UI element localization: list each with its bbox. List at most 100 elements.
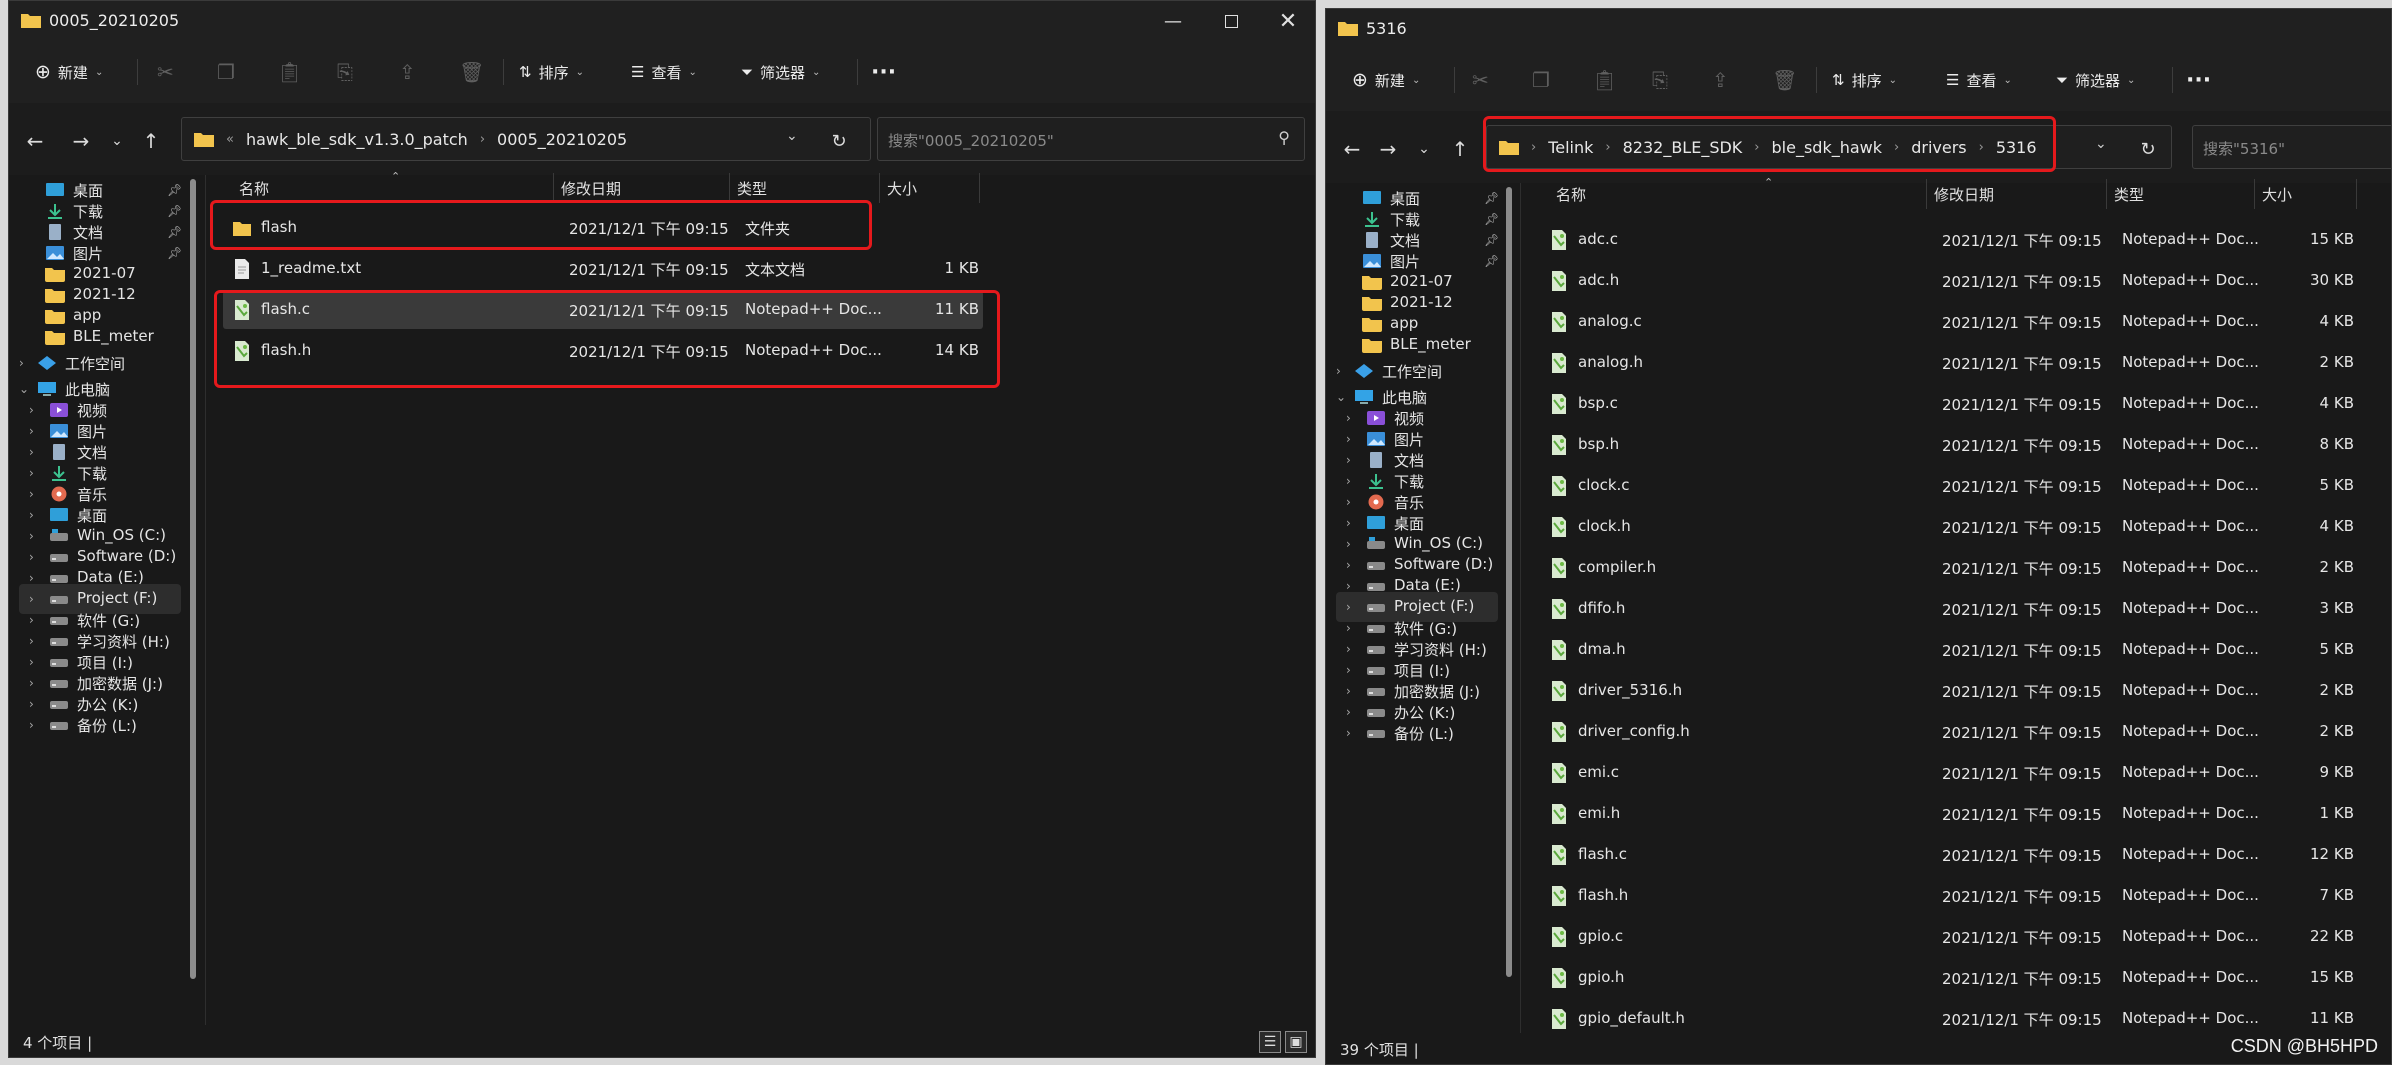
breadcrumb-item[interactable]: 8232_BLE_SDK [1623,138,1743,157]
delete-icon[interactable]: 🗑︎ [1772,68,1797,92]
sidebar-scrollbar[interactable] [1506,187,1512,977]
share-icon[interactable]: ⇪ [1712,68,1729,92]
sort-button[interactable]: ⇅ 排序 ⌄ [519,55,584,89]
chevron-right-icon[interactable]: › [29,403,34,417]
column-divider[interactable] [979,173,980,203]
column-header-type[interactable]: 类型 [2114,184,2144,205]
filter-button[interactable]: ⏷ 筛选器 ⌄ [2056,63,2135,97]
file-row[interactable]: flash 2021/12/1 下午 09:15 文件夹 [223,209,983,247]
column-divider[interactable] [2254,179,2255,209]
file-row[interactable]: emi.h 2021/12/1 下午 09:15 Notepad++ Doc... 1… [1538,795,2358,833]
file-row[interactable]: analog.c 2021/12/1 下午 09:15 Notepad++ Doc.… [1538,303,2358,341]
more-options-button[interactable]: ··· [871,55,896,89]
column-header-name[interactable]: 名称 [1556,184,1586,205]
search-input[interactable]: 搜索"5316" [2192,125,2391,169]
breadcrumb-item[interactable]: hawk_ble_sdk_v1.3.0_patch [246,130,468,149]
copy-icon[interactable]: ❐ [1532,68,1550,92]
file-row[interactable]: bsp.c 2021/12/1 下午 09:15 Notepad++ Doc... 4… [1538,385,2358,423]
column-header-name[interactable]: 名称 [239,178,269,199]
column-header-type[interactable]: 类型 [737,178,767,199]
forward-button[interactable]: → [1374,135,1402,163]
share-icon[interactable]: ⇪ [399,60,416,84]
chevron-right-icon[interactable]: › [1346,495,1351,509]
column-divider[interactable] [2106,179,2107,209]
chevron-down-icon[interactable]: ⌄ [19,382,29,396]
file-row[interactable]: flash.c 2021/12/1 下午 09:15 Notepad++ Doc..… [1538,836,2358,874]
file-row[interactable]: driver_config.h 2021/12/1 下午 09:15 Notepad… [1538,713,2358,751]
breadcrumb-separator-icon[interactable]: › [1605,140,1610,155]
chevron-right-icon[interactable]: › [29,529,34,543]
address-bar[interactable]: › Telink › 8232_BLE_SDK › ble_sdk_hawk ›… [1486,125,2172,169]
sidebar-scrollbar[interactable] [190,179,196,979]
sort-button[interactable]: ⇅ 排序 ⌄ [1832,63,1897,97]
back-button[interactable]: ← [21,127,49,155]
refresh-button[interactable]: ↻ [825,127,853,155]
close-button[interactable]: ✕ [1259,1,1315,41]
file-row[interactable]: flash.c 2021/12/1 下午 09:15 Notepad++ Doc..… [223,291,983,329]
refresh-button[interactable]: ↻ [2134,135,2162,163]
breadcrumb-item[interactable]: Telink [1548,138,1593,157]
chevron-right-icon[interactable]: › [1346,621,1351,635]
column-header-date[interactable]: 修改日期 [561,178,621,199]
sidebar-item[interactable]: › 备份 (L:) [1336,718,1498,748]
paste-icon[interactable]: 📋︎ [1592,68,1617,92]
chevron-right-icon[interactable]: › [1346,537,1351,551]
chevron-right-icon[interactable]: › [1346,579,1351,593]
file-row[interactable]: dma.h 2021/12/1 下午 09:15 Notepad++ Doc... 5… [1538,631,2358,669]
chevron-right-icon[interactable]: › [29,571,34,585]
back-button[interactable]: ← [1338,135,1366,163]
view-button[interactable]: ☰ 查看 ⌄ [1946,63,2012,97]
search-input[interactable]: 搜索"0005_20210205" ⚲ [877,117,1305,161]
breadcrumb-item[interactable]: ble_sdk_hawk [1772,138,1883,157]
file-row[interactable]: driver_5316.h 2021/12/1 下午 09:15 Notepad++… [1538,672,2358,710]
view-button[interactable]: ☰ 查看 ⌄ [631,55,697,89]
chevron-right-icon[interactable]: › [29,550,34,564]
chevron-right-icon[interactable]: › [1346,642,1351,656]
file-row[interactable]: adc.h 2021/12/1 下午 09:15 Notepad++ Doc... 3… [1538,262,2358,300]
chevron-right-icon[interactable]: › [1346,726,1351,740]
maximize-button[interactable] [1202,1,1260,41]
tiles-view-button[interactable]: ▣ [1285,1031,1307,1053]
forward-button[interactable]: → [67,127,95,155]
file-row[interactable]: flash.h 2021/12/1 下午 09:15 Notepad++ Doc..… [223,332,983,370]
chevron-right-icon[interactable]: › [1336,364,1341,378]
column-header-size[interactable]: 大小 [887,178,917,199]
file-row[interactable]: dfifo.h 2021/12/1 下午 09:15 Notepad++ Doc..… [1538,590,2358,628]
breadcrumb-separator-icon[interactable]: › [1979,140,1984,155]
new-button[interactable]: ⊕ 新建 ⌄ [35,55,103,89]
chevron-right-icon[interactable]: › [29,676,34,690]
paste-icon[interactable]: 📋︎ [277,60,302,84]
address-history-chevron-icon[interactable]: ⌄ [2095,136,2107,152]
file-row[interactable]: bsp.h 2021/12/1 下午 09:15 Notepad++ Doc... 8… [1538,426,2358,464]
breadcrumb-item[interactable]: drivers [1911,138,1966,157]
recent-locations-button[interactable]: ⌄ [103,127,131,155]
column-divider[interactable] [879,173,880,203]
chevron-right-icon[interactable]: › [29,445,34,459]
rename-icon[interactable]: ⎘ [337,60,353,84]
breadcrumb-separator-icon[interactable]: › [1754,140,1759,155]
sidebar-item[interactable]: › 备份 (L:) [19,710,181,740]
chevron-right-icon[interactable]: › [29,592,34,606]
address-bar[interactable]: « hawk_ble_sdk_v1.3.0_patch › 0005_20210… [181,117,871,161]
delete-icon[interactable]: 🗑︎ [459,60,484,84]
file-row[interactable]: analog.h 2021/12/1 下午 09:15 Notepad++ Doc.… [1538,344,2358,382]
rename-icon[interactable]: ⎘ [1652,68,1668,92]
file-row[interactable]: flash.h 2021/12/1 下午 09:15 Notepad++ Doc..… [1538,877,2358,915]
column-divider[interactable] [729,173,730,203]
file-row[interactable]: 1_readme.txt 2021/12/1 下午 09:15 文本文档 1 KB [223,250,983,288]
details-view-button[interactable]: ☰ [1259,1031,1281,1053]
chevron-right-icon[interactable]: › [1346,663,1351,677]
more-options-button[interactable]: ··· [2186,63,2211,97]
file-row[interactable]: compiler.h 2021/12/1 下午 09:15 Notepad++ Do… [1538,549,2358,587]
file-row[interactable]: adc.c 2021/12/1 下午 09:15 Notepad++ Doc... 1… [1538,221,2358,259]
file-row[interactable]: gpio.h 2021/12/1 下午 09:15 Notepad++ Doc...… [1538,959,2358,997]
chevron-right-icon[interactable]: › [19,356,24,370]
up-button[interactable]: ↑ [137,127,165,155]
breadcrumb-item[interactable]: 0005_20210205 [497,130,627,149]
title-bar[interactable]: 0005_20210205 — ✕ [9,1,1315,41]
chevron-right-icon[interactable]: › [29,508,34,522]
new-button[interactable]: ⊕ 新建 ⌄ [1352,63,1420,97]
pane-divider[interactable] [205,175,206,1025]
breadcrumb-separator-icon[interactable]: › [1894,140,1899,155]
column-divider[interactable] [2356,179,2357,209]
